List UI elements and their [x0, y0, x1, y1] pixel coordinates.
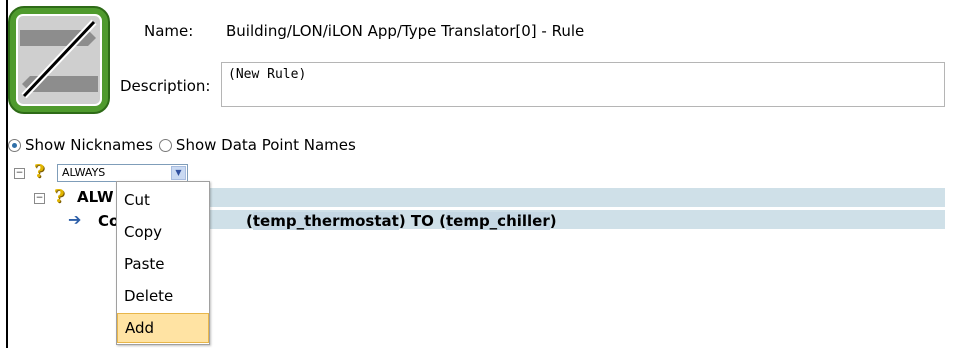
rule-close: )	[549, 212, 557, 230]
show-data-point-names-label[interactable]: Show Data Point Names	[176, 136, 356, 154]
name-value: Building/LON/iLON App/Type Translator[0]…	[226, 22, 585, 40]
description-field[interactable]: (New Rule)	[221, 62, 945, 107]
menu-item-copy[interactable]: Copy	[117, 217, 209, 247]
rule-mid: ) TO (	[398, 212, 446, 230]
row-highlight	[210, 188, 945, 207]
collapse-icon[interactable]: −	[34, 193, 45, 204]
dropdown-arrow-icon[interactable]: ▼	[171, 166, 186, 180]
arrow-right-icon: ➔	[68, 210, 82, 229]
question-mark-icon: ?	[34, 161, 45, 182]
rule-destination[interactable]: temp_chiller	[445, 212, 550, 230]
show-nicknames-radio[interactable]	[8, 138, 21, 152]
menu-item-cut[interactable]: Cut	[117, 185, 209, 215]
rule-expression[interactable]: (temp_thermostat) TO (temp_chiller)	[246, 212, 557, 230]
translator-logo	[8, 6, 110, 114]
collapse-icon[interactable]: −	[14, 168, 25, 179]
context-menu: Cut Copy Paste Delete Add	[116, 181, 210, 345]
condition-select-value: ALWAYS	[62, 166, 106, 179]
rule-source[interactable]: temp_thermostat	[252, 212, 399, 230]
question-mark-icon: ?	[54, 186, 65, 207]
tree-node-always[interactable]: ALW	[77, 188, 114, 206]
rule-open: (	[246, 212, 253, 230]
menu-item-add[interactable]: Add	[117, 313, 209, 343]
menu-item-delete[interactable]: Delete	[117, 281, 209, 311]
menu-item-paste[interactable]: Paste	[117, 249, 209, 279]
description-label: Description:	[120, 77, 211, 95]
name-label: Name:	[144, 22, 194, 40]
show-data-point-names-radio[interactable]	[158, 138, 172, 152]
show-nicknames-label[interactable]: Show Nicknames	[25, 136, 153, 154]
condition-select[interactable]: ALWAYS ▼	[57, 164, 188, 182]
view-options: Show Nicknames Show Data Point Names	[8, 136, 356, 154]
